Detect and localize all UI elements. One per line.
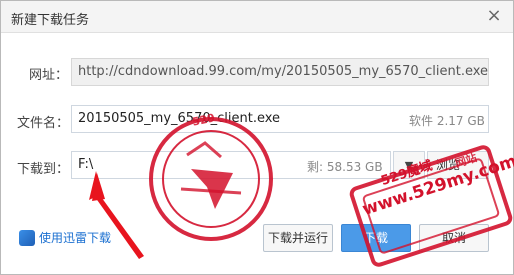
filename-label: 文件名：	[17, 116, 70, 131]
dialog-title: 新建下载任务	[11, 13, 90, 28]
remaining-space: 剩: 58.53 GB	[307, 160, 383, 174]
use-thunder-link[interactable]: 使用迅雷下载	[19, 229, 111, 246]
download-and-run-button[interactable]: 下载并运行	[263, 224, 333, 252]
file-size-info: 软件 2.17 GB	[409, 114, 485, 128]
url-label: 网址：	[29, 68, 69, 83]
new-download-dialog: 新建下载任务 × 网址： http://cdndownload.99.com/m…	[0, 0, 514, 275]
close-icon[interactable]: ×	[483, 5, 505, 27]
cancel-button[interactable]: 取消	[419, 224, 489, 252]
titlebar: 新建下载任务 ×	[1, 1, 513, 33]
save-label: 下载到：	[17, 162, 70, 177]
url-field: http://cdndownload.99.com/my/20150505_my…	[71, 58, 489, 86]
round-seal-icon	[149, 117, 273, 241]
thunder-icon	[19, 229, 35, 246]
download-button[interactable]: 下载	[341, 224, 411, 252]
thunder-link-label: 使用迅雷下载	[39, 231, 112, 245]
